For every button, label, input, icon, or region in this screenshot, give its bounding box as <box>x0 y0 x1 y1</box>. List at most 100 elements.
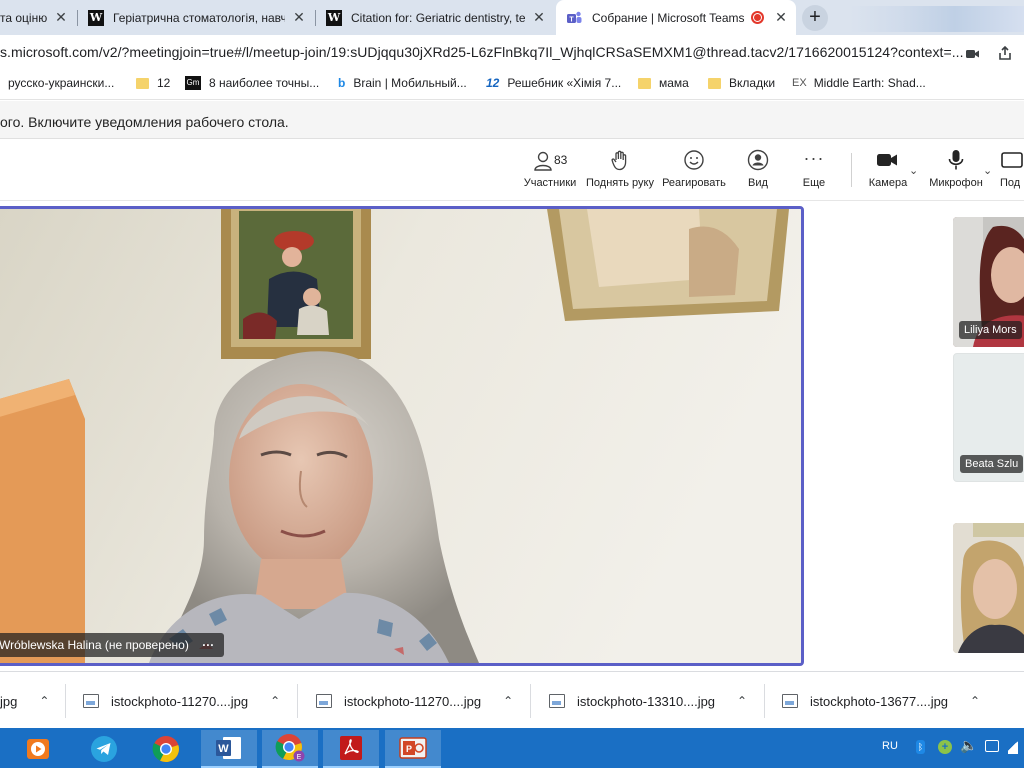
close-icon[interactable]: ✕ <box>774 10 788 24</box>
more-label: Еще <box>802 177 826 189</box>
image-file-icon <box>549 694 565 708</box>
svg-text:W: W <box>218 743 229 755</box>
raise-hand-button[interactable]: Поднять руку <box>585 149 655 195</box>
smiley-icon <box>659 149 729 173</box>
chevron-down-icon[interactable]: ⌄ <box>909 164 918 177</box>
bookmark-item[interactable]: Gm 8 наиболее точны... <box>185 76 319 90</box>
volume-icon[interactable]: 🔈 <box>960 737 977 754</box>
close-icon[interactable]: ✕ <box>292 10 306 24</box>
microphone-icon <box>921 149 991 173</box>
participant-tile[interactable]: Liliya Mors <box>953 217 1024 347</box>
bookmark-item[interactable]: EX Middle Earth: Shad... <box>792 76 926 90</box>
chevron-up-icon[interactable]: ⌃ <box>39 694 49 708</box>
participant-video <box>953 523 1024 653</box>
microphone-label: Микрофон <box>929 177 983 189</box>
bookmark-item[interactable]: русско-украински... <box>8 76 114 90</box>
download-filename: istockphoto-11270....jpg <box>111 693 249 709</box>
more-options-icon[interactable]: ··· <box>202 638 214 652</box>
keyboard-icon[interactable] <box>985 740 999 752</box>
bookmarks-bar: русско-украински... 12 Gm 8 наиболее точн… <box>0 69 1024 100</box>
svg-text:P: P <box>406 744 412 754</box>
chevron-up-icon[interactable]: ⌃ <box>737 694 747 708</box>
bookmark-item[interactable]: 12 Решебник «Хімія 7... <box>486 76 621 90</box>
telegram-icon[interactable] <box>76 730 132 768</box>
tab-3[interactable]: W Citation for: Geriatric dentistry, te … <box>316 0 554 35</box>
teams-icon: T <box>567 11 582 23</box>
participant-tile[interactable]: Beata Szlu <box>953 353 1024 482</box>
tab-title: та оціню <box>0 10 48 25</box>
participants-label: Участники <box>523 177 577 189</box>
address-bar[interactable]: s.microsoft.com/v2/?meetingjoin=true#/l/… <box>0 35 1024 69</box>
language-indicator[interactable]: RU <box>882 740 898 752</box>
participants-button[interactable]: 83 Участники <box>515 149 585 195</box>
bookmark-folder[interactable]: мама <box>638 76 689 90</box>
update-icon[interactable]: + <box>938 740 952 754</box>
share-icon[interactable] <box>997 45 1013 66</box>
image-file-icon <box>782 694 798 708</box>
people-icon: 83 <box>530 149 570 173</box>
microphone-button[interactable]: Микрофон <box>921 149 991 195</box>
presentation-app-icon[interactable]: P <box>385 730 441 768</box>
tab-4-active[interactable]: T Собрание | Microsoft Teams ✕ <box>556 0 796 35</box>
bluetooth-icon[interactable]: ᛒ <box>916 740 925 754</box>
media-player-icon[interactable] <box>10 730 66 768</box>
bookmark-label: 8 наиболее точны... <box>209 76 320 90</box>
chevron-up-icon[interactable]: ⌃ <box>503 694 513 708</box>
close-icon[interactable]: ✕ <box>54 10 68 24</box>
chevron-up-icon[interactable]: ⌃ <box>270 694 280 708</box>
gm-icon: Gm <box>185 76 201 90</box>
participant-name: Liliya Mors <box>959 321 1022 339</box>
share-label: Под <box>1000 177 1021 189</box>
tab-1[interactable]: та оціню ✕ <box>0 0 76 35</box>
more-button[interactable]: ··· Еще <box>779 149 849 195</box>
share-button[interactable]: Под <box>1000 149 1024 195</box>
download-filename: istockphoto-13677....jpg <box>810 693 949 709</box>
url-text[interactable]: s.microsoft.com/v2/?meetingjoin=true#/l/… <box>0 44 964 60</box>
chevron-up-icon[interactable]: ⌃ <box>970 694 980 708</box>
bookmark-label: Решебник «Хімія 7... <box>507 76 622 90</box>
new-tab-button[interactable]: + <box>802 5 828 31</box>
reshebnik-icon: 12 <box>486 76 500 90</box>
chrome-icon[interactable] <box>138 730 194 768</box>
bookmark-label: Brain | Мобильный... <box>353 76 467 90</box>
bookmark-item[interactable]: b Brain | Мобильный... <box>338 76 467 90</box>
raise-hand-label: Поднять руку <box>586 177 654 189</box>
folder-icon <box>638 77 651 89</box>
download-item[interactable]: jpg ⌃ <box>0 690 49 712</box>
participants-count: 83 <box>554 153 568 167</box>
participant-tile[interactable] <box>953 523 1024 653</box>
participant-name: Beata Szlu <box>960 455 1024 473</box>
download-item[interactable]: istockphoto-13677....jpg ⌃ <box>782 690 980 712</box>
window-background-decor <box>850 6 1024 32</box>
bookmark-label: русско-украински... <box>8 76 115 90</box>
speaker-name: Wróblewska Halina (не проверено) <box>0 638 189 652</box>
wikipedia-icon: W <box>326 9 342 26</box>
word-icon[interactable]: W <box>201 730 257 768</box>
image-file-icon <box>83 694 99 708</box>
recording-icon <box>751 11 764 24</box>
close-icon[interactable]: ✕ <box>532 10 546 24</box>
wikipedia-icon: W <box>88 9 104 26</box>
tab-2[interactable]: W Геріатрична стоматологія, навча ✕ <box>78 0 314 35</box>
chrome-profile-icon[interactable]: E <box>262 730 318 768</box>
folder-icon <box>136 77 149 89</box>
hand-icon <box>585 149 655 173</box>
pdf-reader-icon[interactable] <box>323 730 379 768</box>
camera-blocked-icon[interactable] <box>966 47 980 65</box>
meeting-toolbar: 83 Участники Поднять руку Реагировать Ви… <box>0 139 1024 201</box>
chevron-down-icon[interactable]: ⌄ <box>983 164 992 177</box>
camera-label: Камера <box>868 177 908 189</box>
network-icon[interactable] <box>1008 738 1018 754</box>
react-button[interactable]: Реагировать <box>659 149 729 195</box>
main-video-tile[interactable]: Wróblewska Halina (не проверено) ··· <box>0 206 804 666</box>
tab-title: Геріатрична стоматологія, навча <box>113 10 285 25</box>
share-screen-icon <box>1000 149 1024 173</box>
download-item[interactable]: istockphoto-13310....jpg ⌃ <box>549 690 747 712</box>
folder-icon <box>708 77 721 89</box>
bookmark-folder[interactable]: Вкладки <box>708 76 775 90</box>
download-item[interactable]: istockphoto-11270....jpg ⌃ <box>316 690 513 712</box>
ex-icon: EX <box>792 77 807 89</box>
bookmark-folder[interactable]: 12 <box>136 76 170 90</box>
tab-title: Citation for: Geriatric dentistry, te <box>351 10 525 25</box>
download-item[interactable]: istockphoto-11270....jpg ⌃ <box>83 690 280 712</box>
